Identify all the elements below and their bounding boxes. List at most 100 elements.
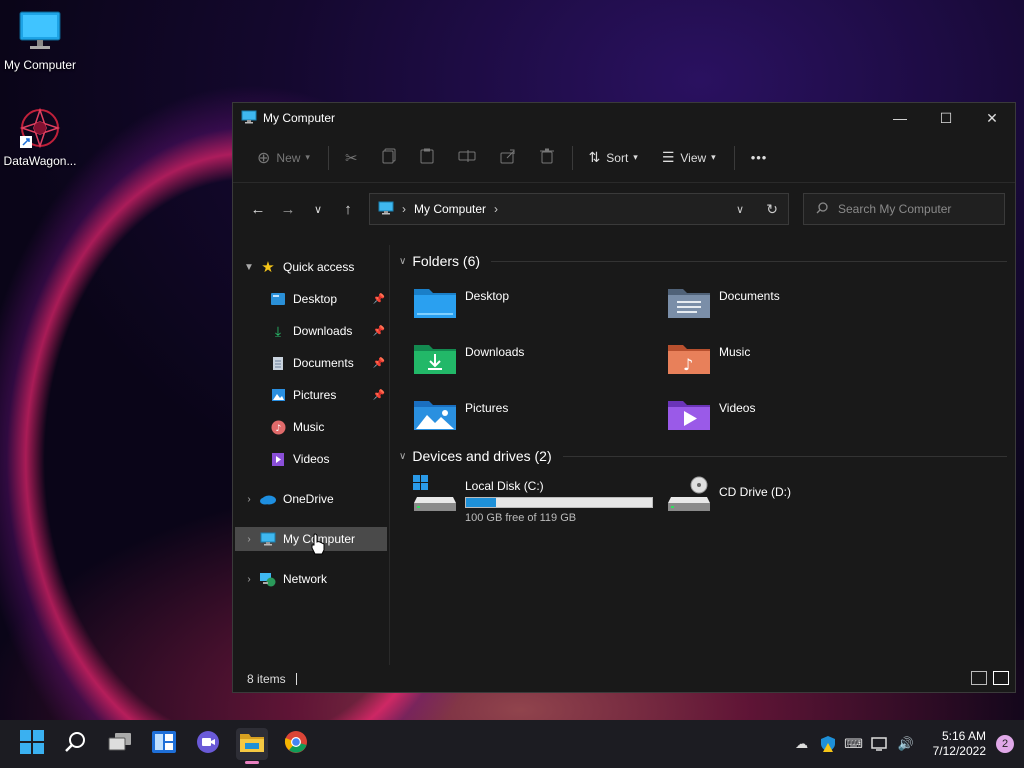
minimize-button[interactable]: — — [877, 103, 923, 133]
toolbar-divider — [733, 145, 735, 170]
sort-button[interactable]: ⇅ Sort ▾ — [583, 143, 644, 173]
maximize-button[interactable]: ☐ — [923, 103, 969, 133]
sidebar-item-music[interactable]: ♪ Music — [235, 415, 387, 439]
chevron-right-icon[interactable]: › — [239, 494, 259, 505]
title-bar[interactable]: My Computer — ☐ ✕ — [233, 103, 1015, 133]
details-view-button[interactable] — [971, 671, 987, 685]
monitor-icon — [18, 10, 62, 54]
status-bar: 8 items — [233, 666, 1015, 692]
sidebar-item-label: Quick access — [283, 260, 355, 274]
network-icon — [259, 571, 277, 587]
clock[interactable]: 5:16 AM 7/12/2022 — [933, 729, 986, 759]
music-note-icon: ♪ — [269, 419, 287, 435]
cut-button[interactable]: ✂ — [339, 143, 364, 173]
system-tray: ☁ ⌨ 🔊 5:16 AM 7/12/2022 2 — [789, 720, 1024, 768]
drive-local-disk-c[interactable]: Local Disk (C:) 100 GB free of 119 GB — [413, 475, 663, 524]
address-bar[interactable]: › My Computer › ∨ ↻ — [369, 193, 789, 225]
sidebar-item-documents[interactable]: Documents 📌 — [235, 351, 387, 375]
sidebar-item-label: Videos — [293, 452, 330, 466]
notification-badge[interactable]: 2 — [996, 735, 1014, 753]
folder-label: Music — [719, 345, 751, 359]
toolbar-divider — [327, 145, 329, 170]
chevron-down-icon: ▾ — [305, 152, 310, 162]
chevron-right-icon[interactable]: › — [239, 574, 259, 585]
sidebar-item-onedrive[interactable]: › OneDrive — [235, 487, 387, 511]
address-dropdown-icon[interactable]: ∨ — [736, 203, 744, 216]
close-button[interactable]: ✕ — [969, 103, 1015, 133]
rename-button[interactable] — [452, 143, 482, 173]
search-input[interactable] — [836, 201, 1000, 217]
chevron-down-icon: ▾ — [633, 152, 638, 162]
svg-text:♪: ♪ — [683, 355, 693, 374]
recent-locations-button[interactable]: ∨ — [303, 194, 333, 224]
monitor-icon — [259, 531, 277, 547]
large-icons-view-button[interactable] — [993, 671, 1009, 685]
sidebar-item-label: Desktop — [293, 292, 338, 306]
file-explorer-taskbar-button[interactable] — [236, 728, 268, 764]
security-warning-icon[interactable] — [817, 733, 839, 755]
drive-free-space: 100 GB free of 119 GB — [465, 512, 577, 524]
task-view-button[interactable] — [104, 728, 136, 760]
command-bar: ⊕ New ▾ ✂ ⇅ Sort ▾ ☰ View ▾ ••• — [233, 133, 1015, 183]
paste-button[interactable] — [414, 143, 440, 173]
search-box[interactable] — [803, 193, 1005, 225]
keyboard-icon[interactable]: ⌨ — [843, 733, 865, 755]
pin-icon[interactable]: 📌 — [373, 326, 385, 337]
breadcrumb-my-computer[interactable]: My Computer — [414, 202, 486, 216]
folder-music[interactable]: ♪ Music — [667, 339, 907, 383]
sort-icon: ⇅ — [588, 149, 601, 165]
desktop-icon-my-computer[interactable]: My Computer — [0, 10, 80, 72]
drive-cd-d[interactable]: CD Drive (D:) — [667, 475, 907, 519]
up-button[interactable]: ↑ — [333, 194, 363, 224]
arrow-up-icon: ↑ — [344, 200, 352, 218]
share-button[interactable] — [494, 143, 522, 173]
chevron-right-icon: › — [402, 202, 406, 216]
download-arrow-icon: ⤓ — [274, 322, 282, 339]
svg-text:♪: ♪ — [275, 424, 281, 434]
chat-camera-icon — [196, 730, 220, 759]
desktop-icon-datawagon[interactable]: DataWagon... — [0, 106, 80, 168]
picture-icon — [269, 387, 287, 403]
pin-icon[interactable]: 📌 — [373, 294, 385, 305]
sidebar-item-quick-access[interactable]: ▼ ★ Quick access — [235, 255, 387, 279]
scissors-icon: ✂ — [344, 149, 358, 167]
copy-button[interactable] — [376, 143, 402, 173]
windows-logo-icon — [20, 729, 44, 759]
chevron-right-icon[interactable]: › — [239, 534, 259, 545]
sidebar-item-pictures[interactable]: Pictures 📌 — [235, 383, 387, 407]
new-button[interactable]: ⊕ New ▾ — [251, 143, 316, 173]
explorer-window: My Computer — ☐ ✕ ⊕ New ▾ ✂ ⇅ Sort ▾ ☰ V… — [232, 102, 1016, 693]
drive-usage-bar — [465, 497, 653, 508]
onedrive-offline-icon[interactable]: ☁ — [791, 733, 813, 755]
drive-label: CD Drive (D:) — [719, 485, 791, 499]
search-taskbar-button[interactable] — [60, 728, 92, 760]
drives-group-header[interactable]: ∨ Devices and drives (2) — [399, 446, 552, 466]
view-button[interactable]: ☰ View ▾ — [656, 143, 722, 173]
refresh-icon[interactable]: ↻ — [766, 201, 778, 218]
pictures-folder-icon — [413, 395, 457, 433]
folder-videos[interactable]: Videos — [667, 395, 907, 439]
file-view: ∨ Folders (6) Desktop Documents Download… — [391, 245, 1015, 665]
folder-downloads[interactable]: Downloads — [413, 339, 653, 383]
sidebar-item-network[interactable]: › Network — [235, 567, 387, 591]
chevron-down-icon[interactable]: ▼ — [239, 262, 259, 273]
folder-pictures[interactable]: Pictures — [413, 395, 653, 439]
back-button[interactable]: ← — [243, 194, 273, 224]
network-status-icon[interactable] — [869, 733, 891, 755]
delete-button[interactable] — [534, 143, 560, 173]
folder-desktop[interactable]: Desktop — [413, 283, 653, 327]
sidebar-item-videos[interactable]: Videos — [235, 447, 387, 471]
pin-icon[interactable]: 📌 — [373, 390, 385, 401]
volume-icon[interactable]: 🔊 — [895, 733, 917, 755]
start-button[interactable] — [16, 728, 48, 760]
teams-chat-button[interactable] — [192, 728, 224, 760]
chrome-button[interactable] — [280, 728, 312, 760]
sidebar-item-desktop[interactable]: Desktop 📌 — [235, 287, 387, 311]
folders-group-header[interactable]: ∨ Folders (6) — [399, 251, 480, 271]
pin-icon[interactable]: 📌 — [373, 358, 385, 369]
widgets-button[interactable] — [148, 728, 180, 760]
more-options-button[interactable]: ••• — [745, 143, 774, 173]
forward-button[interactable]: → — [273, 194, 303, 224]
sidebar-item-downloads[interactable]: ⤓ Downloads 📌 — [235, 319, 387, 343]
folder-documents[interactable]: Documents — [667, 283, 907, 327]
